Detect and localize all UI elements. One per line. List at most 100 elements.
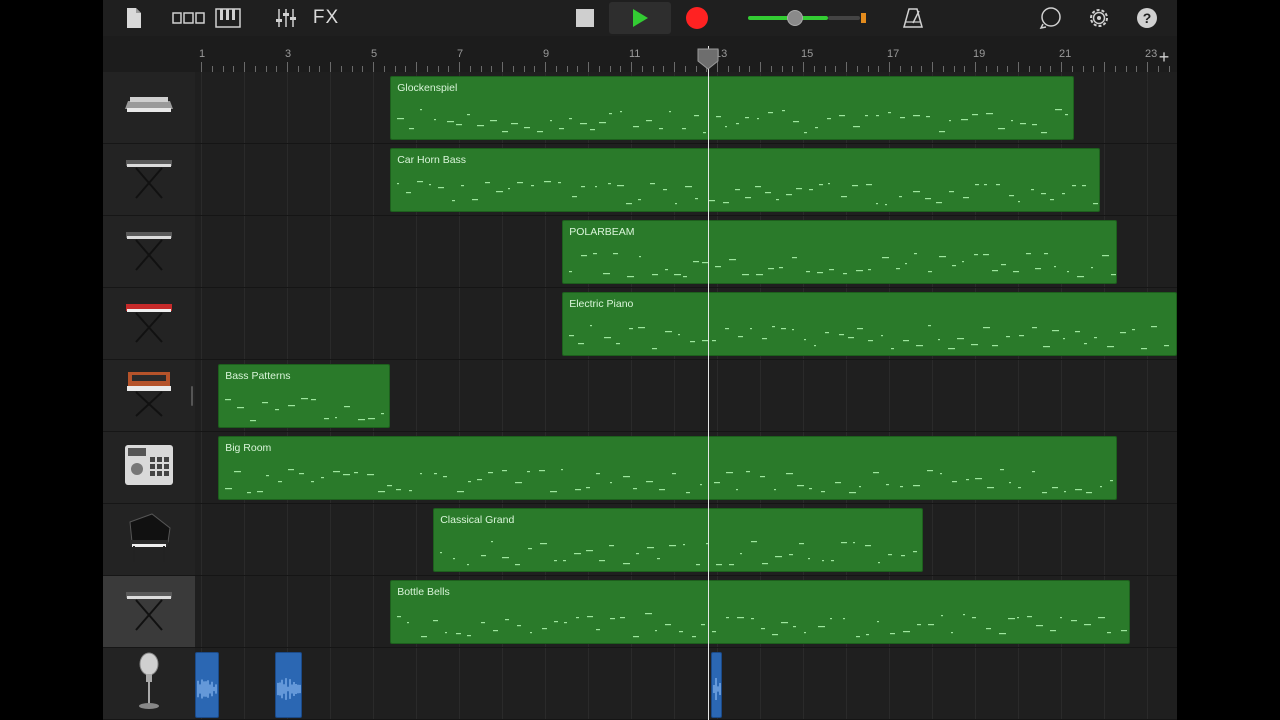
track-header-9[interactable]	[103, 648, 195, 720]
document-icon[interactable]	[121, 4, 147, 32]
ruler-tick	[889, 62, 890, 72]
red-keyboard-icon	[124, 298, 174, 349]
microphone-icon	[134, 652, 164, 715]
ruler-tick	[975, 62, 976, 72]
track-header-2[interactable]	[103, 144, 195, 216]
track-header-3[interactable]	[103, 216, 195, 288]
region-name: Classical Grand	[440, 514, 515, 526]
ruler-tick	[1018, 62, 1019, 72]
ruler-tick	[330, 62, 331, 72]
record-icon	[686, 7, 708, 29]
midi-region[interactable]: POLARBEAM	[562, 220, 1117, 284]
timeline-ruler[interactable]: 1 3 5 7 9 11 13 15 17 19 21 23	[195, 46, 1177, 72]
region-name: Big Room	[225, 442, 272, 454]
ruler-tick	[244, 62, 245, 72]
keyboard-synth-icon	[124, 93, 174, 122]
audio-region[interactable]	[711, 652, 722, 718]
tracks-area[interactable]: Glockenspiel Car Horn Bass POLARBEAM Electr…	[195, 72, 1177, 720]
region-name: Bottle Bells	[397, 586, 450, 598]
midi-region[interactable]: Big Room	[218, 436, 1117, 500]
resize-grip[interactable]	[191, 386, 193, 406]
ruler-bar-number: 21	[1059, 48, 1072, 60]
ruler-bar-number: 11	[629, 48, 641, 60]
midi-region[interactable]: Bottle Bells	[390, 580, 1130, 644]
ruler-bar-number: 17	[887, 48, 900, 60]
tracks-view-icon[interactable]	[171, 4, 207, 32]
midi-region[interactable]: Glockenspiel	[390, 76, 1074, 140]
audio-region[interactable]	[274, 652, 303, 718]
fx-button[interactable]: FX	[309, 4, 343, 32]
audio-region[interactable]	[195, 652, 219, 718]
keyboard-stand-icon	[124, 586, 174, 637]
ruler-tick	[674, 62, 675, 72]
region-name: Glockenspiel	[397, 82, 458, 94]
ruler-bar-number: 15	[801, 48, 814, 60]
output-level-meter	[861, 13, 866, 23]
ruler-bar-number: 1	[199, 48, 206, 60]
region-name: Electric Piano	[569, 298, 634, 310]
toolbar: FX ?	[103, 0, 1177, 36]
ruler-bar-number: 5	[371, 48, 378, 60]
garageband-app: FX ? 1 3 5 7 9 11 13 15 17 19 21 23 + Gl…	[103, 0, 1177, 720]
settings-gear-icon[interactable]	[1085, 4, 1113, 32]
track-header-6[interactable]	[103, 432, 195, 504]
playhead-line	[708, 46, 710, 720]
add-section-plus-icon[interactable]: +	[1155, 48, 1173, 66]
midi-region[interactable]: Classical Grand	[433, 508, 924, 572]
track-header-5[interactable]	[103, 360, 195, 432]
track-header-1[interactable]	[103, 72, 195, 144]
ruler-bar-number: 3	[285, 48, 292, 60]
volume-track-empty	[828, 16, 860, 20]
ruler-tick	[545, 62, 546, 72]
metronome-icon[interactable]	[899, 4, 927, 32]
svg-text:?: ?	[1143, 10, 1152, 26]
ruler-tick	[631, 62, 632, 72]
track-header-4[interactable]	[103, 288, 195, 360]
grand-piano-icon	[124, 510, 174, 569]
ruler-tick	[1061, 62, 1062, 72]
keyboard-stand-icon	[124, 226, 174, 277]
ruler-bar-number: 19	[973, 48, 986, 60]
region-name: POLARBEAM	[569, 226, 635, 238]
audio-waveform	[713, 678, 721, 700]
mixer-icon[interactable]	[271, 4, 301, 32]
midi-notes	[397, 181, 1099, 206]
analog-synth-icon	[124, 368, 174, 423]
audio-waveform	[277, 678, 301, 700]
region-name: Bass Patterns	[225, 370, 291, 382]
volume-knob[interactable]	[787, 10, 803, 26]
midi-notes	[397, 613, 1128, 638]
track-lane-9[interactable]	[195, 648, 1177, 720]
ruler-bar-number: 9	[543, 48, 550, 60]
audio-waveform	[197, 679, 217, 699]
ruler-tick	[760, 62, 761, 72]
track-header-8[interactable]	[103, 576, 195, 648]
ruler-tick	[287, 62, 288, 72]
volume-slider[interactable]	[748, 8, 878, 28]
ruler-tick	[416, 62, 417, 72]
midi-region[interactable]: Car Horn Bass	[390, 148, 1100, 212]
drum-machine-icon	[124, 443, 174, 492]
midi-notes	[397, 109, 1069, 134]
playhead-handle[interactable]	[696, 48, 720, 70]
ruler-tick	[1147, 62, 1148, 72]
ruler-tick	[459, 62, 460, 72]
loop-icon[interactable]	[1037, 4, 1065, 32]
keyboard-stand-icon	[124, 154, 174, 205]
record-button[interactable]	[675, 2, 719, 34]
midi-notes	[569, 253, 1116, 278]
ruler-tick	[502, 62, 503, 72]
midi-notes	[569, 325, 1170, 350]
play-icon	[633, 9, 648, 27]
play-button[interactable]	[609, 2, 671, 34]
midi-region[interactable]: Bass Patterns	[218, 364, 391, 428]
track-header-7[interactable]	[103, 504, 195, 576]
midi-region[interactable]: Electric Piano	[562, 292, 1177, 356]
region-name: Car Horn Bass	[397, 154, 467, 166]
ruler-tick	[201, 62, 202, 72]
help-icon[interactable]: ?	[1133, 4, 1161, 32]
piano-keys-icon[interactable]	[213, 4, 243, 32]
ruler-tick	[846, 62, 847, 72]
stop-button[interactable]	[563, 2, 607, 34]
midi-notes	[225, 469, 1114, 494]
